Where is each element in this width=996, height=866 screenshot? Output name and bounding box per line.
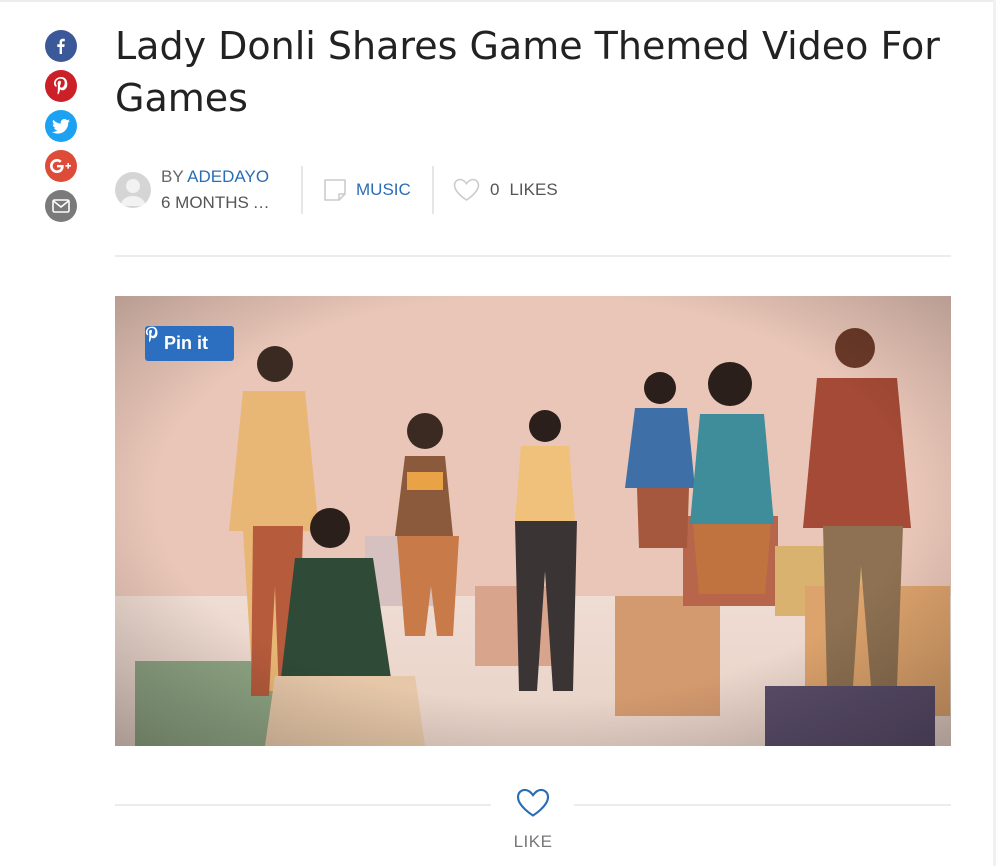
heart-icon <box>516 788 550 817</box>
like-section: LIKE <box>115 780 951 860</box>
pin-it-button[interactable]: Pin it <box>145 326 234 361</box>
like-label[interactable]: LIKE <box>115 832 951 852</box>
like-divider-right <box>574 804 951 806</box>
share-google-plus-button[interactable] <box>45 150 77 182</box>
pinterest-icon <box>145 326 158 343</box>
author-link[interactable]: ADEDAYO <box>187 167 269 186</box>
like-button[interactable] <box>516 788 550 823</box>
share-email-button[interactable] <box>45 190 77 222</box>
article-meta: BY ADEDAYO 6 MONTHS AGO MUSIC 0 LIKES <box>115 166 595 214</box>
article-title: Lady Donli Shares Game Themed Video For … <box>115 24 940 120</box>
share-bar <box>45 30 77 230</box>
video-still-illustration <box>115 296 951 746</box>
likes-label: LIKES <box>509 180 558 199</box>
category-link[interactable]: MUSIC <box>323 176 411 204</box>
note-icon <box>324 179 346 201</box>
twitter-icon <box>52 118 70 134</box>
author-avatar[interactable] <box>115 172 151 208</box>
google-plus-icon <box>50 159 71 173</box>
author-byline: BY ADEDAYO <box>161 166 273 190</box>
meta-divider <box>115 255 951 257</box>
by-label: BY <box>161 167 184 186</box>
likes-counter[interactable]: 0 LIKES <box>453 176 558 204</box>
share-twitter-button[interactable] <box>45 110 77 142</box>
meta-separator <box>432 166 434 214</box>
meta-separator <box>301 166 303 214</box>
pinterest-icon <box>54 77 68 95</box>
heart-icon <box>453 178 480 201</box>
user-icon <box>120 179 146 206</box>
share-pinterest-button[interactable] <box>45 70 77 102</box>
top-border <box>0 0 996 2</box>
post-date: 6 MONTHS AGO <box>161 193 273 212</box>
pin-it-label: Pin it <box>164 333 208 353</box>
category-label[interactable]: MUSIC <box>356 176 411 204</box>
share-facebook-button[interactable] <box>45 30 77 62</box>
featured-image[interactable]: Pin it <box>115 296 951 746</box>
like-divider-left <box>115 804 491 806</box>
facebook-icon <box>57 38 65 54</box>
likes-count: 0 <box>490 180 500 199</box>
email-icon <box>52 199 70 213</box>
author-block: BY ADEDAYO 6 MONTHS AGO <box>161 166 273 214</box>
